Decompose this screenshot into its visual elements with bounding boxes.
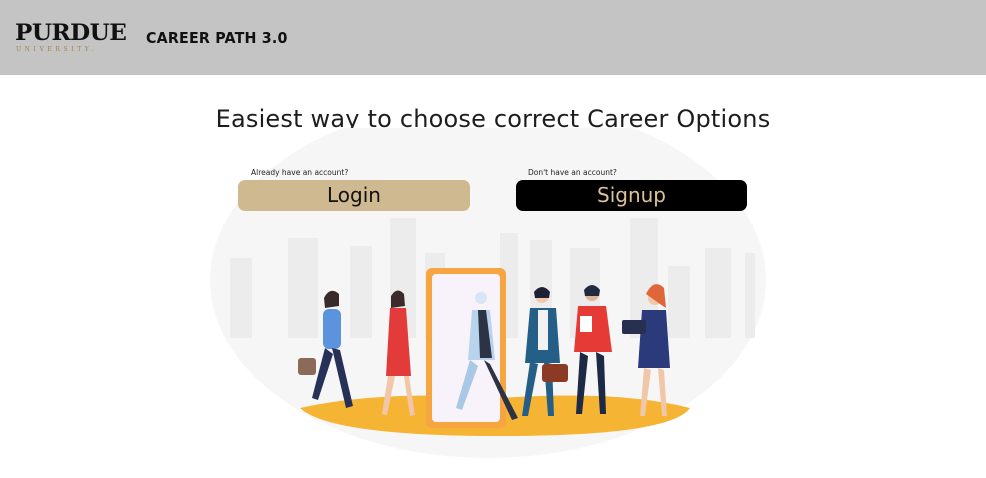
- login-button[interactable]: Login: [238, 180, 470, 211]
- purdue-logo[interactable]: PURDUE UNIVERSITY.: [15, 20, 127, 56]
- logo-wordmark: PURDUE: [15, 20, 127, 46]
- top-header: PURDUE UNIVERSITY. CAREER PATH 3.0: [0, 0, 986, 75]
- app-title: CAREER PATH 3.0: [146, 29, 288, 47]
- signup-button[interactable]: Signup: [516, 180, 747, 211]
- signup-prompt: Don't have an account?: [528, 168, 617, 177]
- login-prompt: Already have an account?: [251, 168, 349, 177]
- logo-subtext: UNIVERSITY.: [16, 46, 98, 53]
